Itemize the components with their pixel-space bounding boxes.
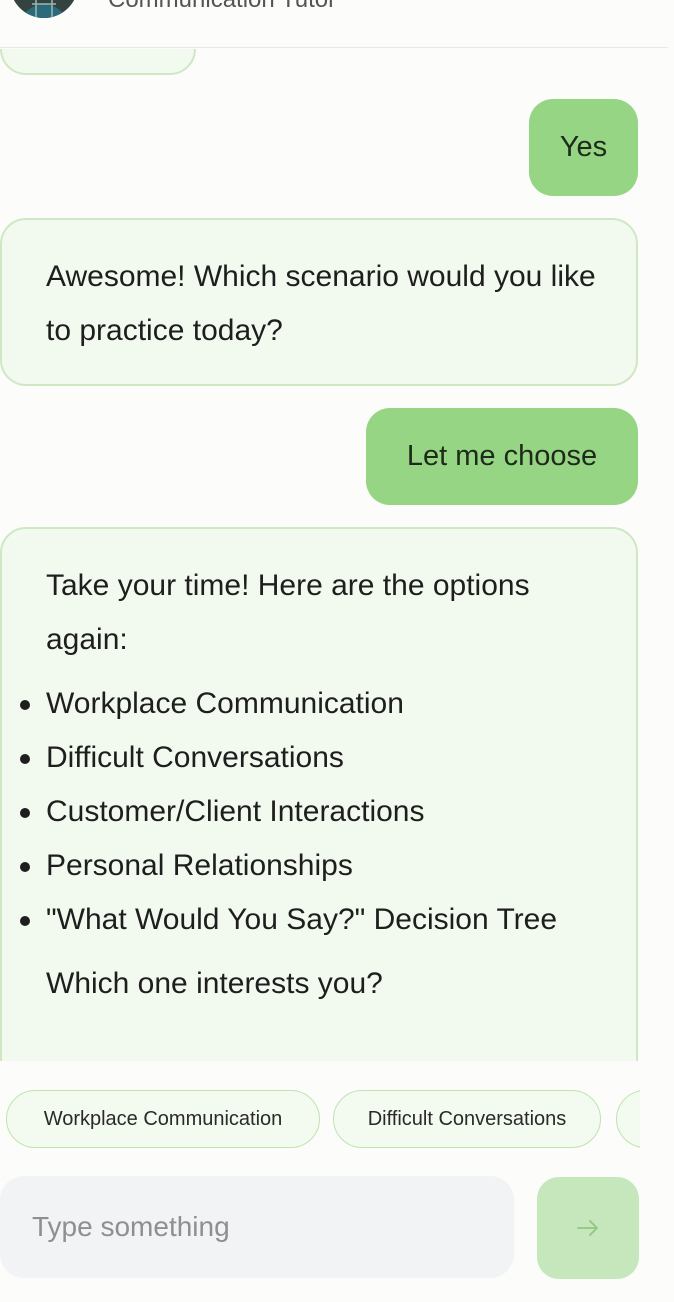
tutor-avatar (10, 0, 78, 18)
chat-header: Communication Tutor (0, 0, 668, 48)
user-message: Let me choose (366, 408, 638, 505)
user-message: Yes (529, 99, 638, 196)
user-message-text: Let me choose (406, 440, 598, 472)
quick-reply-label: Difficult Conversations (367, 1107, 567, 1130)
message-input[interactable] (32, 1211, 492, 1243)
bot-message-text: Awesome! Which scenario would you like t… (46, 260, 596, 347)
user-message-text: Yes (559, 131, 608, 163)
quick-reply-chip[interactable]: Difficult Conversations (333, 1090, 601, 1148)
scenario-options-list: Workplace Communication Difficult Conver… (2, 677, 636, 947)
previous-bot-message (0, 49, 196, 75)
list-item: Workplace Communication (2, 677, 636, 731)
list-item: "What Would You Say?" Decision Tree (2, 893, 636, 947)
quick-replies: Workplace Communication Difficult Conver… (0, 1062, 640, 1172)
tutor-subtitle: Communication Tutor (108, 0, 336, 14)
bot-message-options: Take your time! Here are the options aga… (0, 527, 638, 1061)
list-item: Difficult Conversations (2, 731, 636, 785)
list-item: Personal Relationships (2, 839, 636, 893)
bot-message: Awesome! Which scenario would you like t… (0, 218, 638, 386)
quick-reply-label: Workplace Communication (43, 1107, 283, 1130)
send-button[interactable] (537, 1177, 639, 1279)
list-item: Customer/Client Interactions (2, 785, 636, 839)
chat-screen: Communication Tutor Yes Awesome! Which s… (0, 0, 674, 1302)
quick-reply-chip-partial[interactable] (616, 1090, 640, 1148)
bot-message-intro: Take your time! Here are the options aga… (46, 569, 530, 656)
bot-message-outro: Which one interests you? (46, 967, 383, 1000)
message-list: Yes Awesome! Which scenario would you li… (0, 49, 668, 1061)
quick-reply-chip[interactable]: Workplace Communication (6, 1090, 320, 1148)
message-input-container (0, 1176, 514, 1278)
arrow-right-icon (577, 1220, 598, 1236)
